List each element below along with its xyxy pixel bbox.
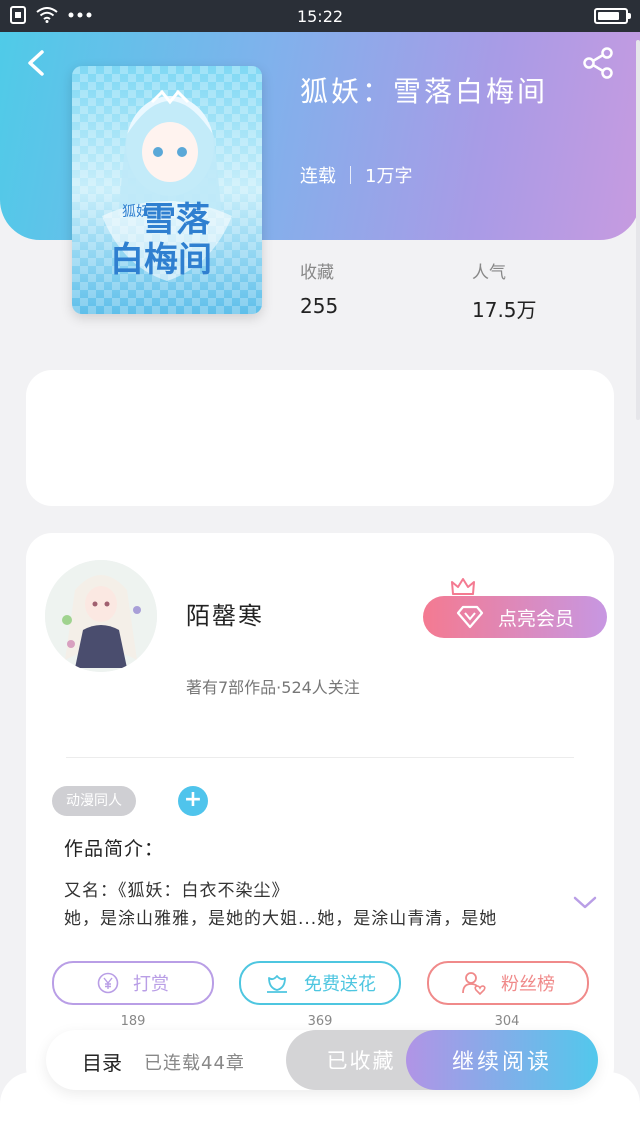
back-icon[interactable] <box>22 46 52 80</box>
scrollbar[interactable] <box>636 40 640 420</box>
svg-text:白梅间: 白梅间 <box>110 240 212 280</box>
vip-label: 点亮会员 <box>497 607 574 630</box>
flower-icon <box>267 975 287 993</box>
card-divider <box>66 757 574 758</box>
add-tag-button[interactable]: + <box>178 786 208 816</box>
send-flower-button[interactable]: 免费送花 <box>239 961 401 1005</box>
author-name[interactable]: 陌罄寒 <box>186 596 264 631</box>
meta-divider <box>350 166 351 184</box>
vip-button[interactable]: 点亮会员 <box>423 596 607 638</box>
book-title: 狐妖：雪落白梅间 <box>300 75 549 108</box>
chapter-count[interactable]: 已连载44章 <box>144 1049 245 1075</box>
fans-ranking-label: 粉丝榜 <box>501 974 555 995</box>
fans-count: 304 <box>494 1014 520 1029</box>
favorites-label: 收藏 <box>300 263 334 283</box>
favorites-value: 255 <box>300 294 339 318</box>
fans-ranking-button[interactable]: 粉丝榜 <box>427 961 589 1005</box>
status-bar: 15:22 <box>0 0 640 32</box>
reward-label: 打赏 <box>133 974 169 995</box>
author-stats: 著有7部作品·524人关注 <box>186 678 360 697</box>
flower-count: 369 <box>307 1014 333 1029</box>
avatar-illustration <box>45 560 157 672</box>
intro-line: 她，是涂山雅雅，是她的大姐...她，是涂山青清，是她 <box>64 909 498 929</box>
diamond-icon <box>456 605 484 629</box>
book-meta: 连载 1万字 <box>300 162 412 188</box>
genre-tag[interactable]: 动漫同人 <box>52 786 136 816</box>
book-cover[interactable]: 雪落 白梅间 狐妖 <box>72 66 262 314</box>
intro-line: 又名：《狐妖：白衣不染尘》 <box>64 881 290 901</box>
chevron-down-icon[interactable] <box>572 892 598 912</box>
reward-count: 189 <box>120 1014 146 1029</box>
svg-text:狐妖: 狐妖 <box>122 204 150 220</box>
avatar[interactable] <box>45 560 157 672</box>
popularity-value: 17.5万 <box>472 298 537 322</box>
battery-icon <box>594 8 631 24</box>
intro-title: 作品简介： <box>64 838 165 860</box>
reward-button[interactable]: 打赏 <box>52 961 214 1005</box>
svg-text:雪落: 雪落 <box>142 200 211 240</box>
book-status: 连载 <box>300 166 336 187</box>
continue-reading-button[interactable]: 继续阅读 <box>406 1030 598 1090</box>
fans-icon <box>462 972 486 995</box>
popularity-label: 人气 <box>472 263 506 283</box>
battery-level <box>598 12 619 20</box>
word-count: 1万字 <box>365 166 413 187</box>
yen-icon <box>97 972 119 994</box>
empty-card <box>26 370 614 506</box>
share-icon[interactable] <box>580 46 616 80</box>
toc-button[interactable]: 目录 <box>82 1047 122 1076</box>
send-flower-label: 免费送花 <box>304 974 376 995</box>
crown-icon <box>451 578 475 595</box>
book-cover-illustration: 雪落 白梅间 狐妖 <box>72 66 262 314</box>
status-time: 15:22 <box>296 7 344 26</box>
